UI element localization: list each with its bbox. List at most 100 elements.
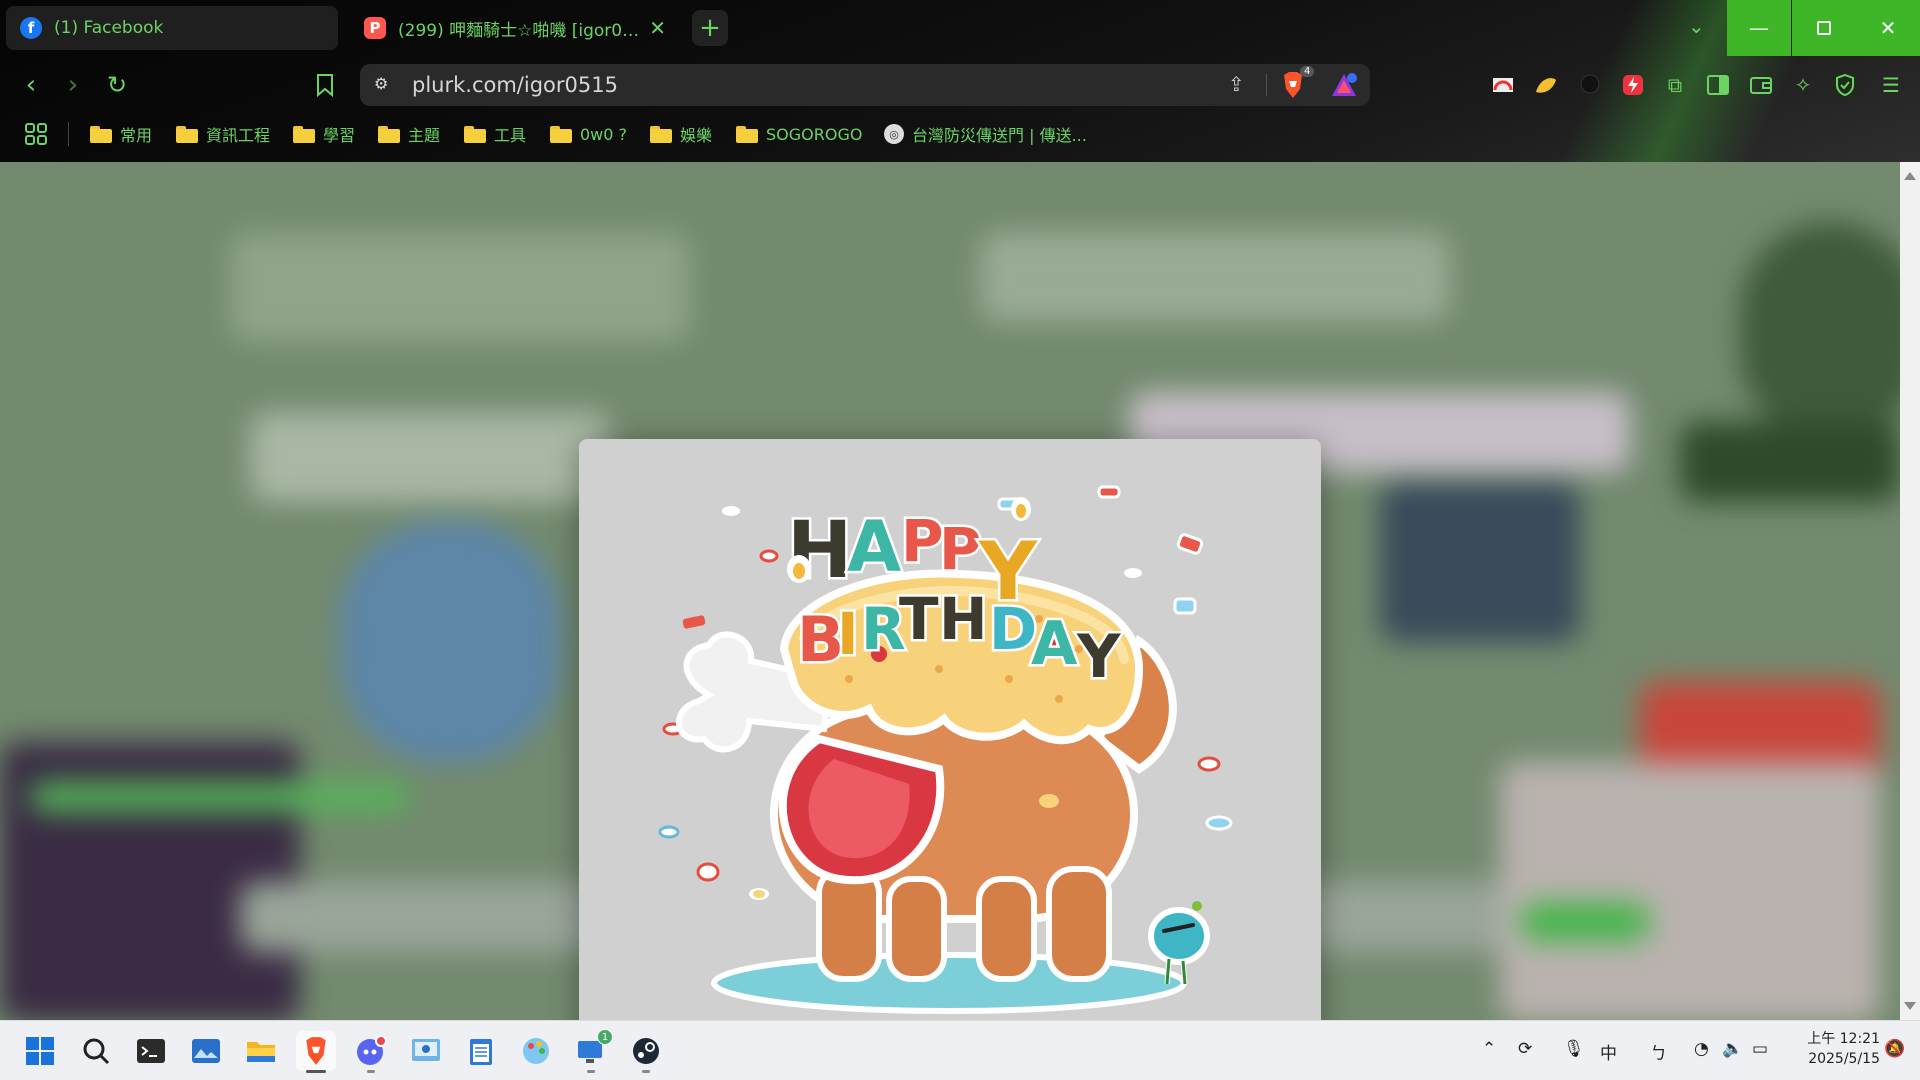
- bookmark-label: 常用: [120, 126, 153, 145]
- back-button[interactable]: ‹: [16, 70, 46, 100]
- bookmark-folder[interactable]: 主題: [378, 122, 440, 146]
- show-hidden-icons-chevron-icon[interactable]: ⌃: [1482, 1039, 1496, 1059]
- photos-icon: [192, 1039, 220, 1063]
- shields-count-badge: 4: [1300, 66, 1315, 77]
- share-icon[interactable]: ⇪: [1228, 72, 1245, 96]
- volume-icon[interactable]: 🔈: [1722, 1039, 1743, 1059]
- clock-date: 2025/5/15: [1808, 1051, 1880, 1067]
- folder-icon: [293, 125, 315, 143]
- photos-app[interactable]: [186, 1031, 226, 1071]
- brave-rewards-icon[interactable]: [1330, 72, 1358, 98]
- search-icon: [83, 1038, 110, 1065]
- sticker-preview-modal[interactable]: H A P P Y B I R T H D A Y: [579, 439, 1321, 1020]
- bookmark-label: 台灣防災傳送門 | 傳送...: [912, 126, 1087, 145]
- steam-icon: [633, 1038, 659, 1064]
- bookmark-folder[interactable]: 常用: [90, 122, 152, 146]
- main-menu-icon[interactable]: ☰: [1878, 72, 1904, 98]
- page-scrollbar[interactable]: [1900, 162, 1920, 1020]
- bookmark-folder[interactable]: SOGOROGO: [736, 122, 862, 146]
- ime-mode-icon[interactable]: ㄅ: [1650, 1039, 1667, 1064]
- steam-app[interactable]: [626, 1031, 666, 1073]
- start-icon: [26, 1037, 54, 1065]
- close-tab-icon[interactable]: ✕: [649, 16, 666, 40]
- tab-facebook[interactable]: f (1) Facebook: [6, 6, 338, 50]
- vpn-shield-icon[interactable]: [1832, 72, 1858, 98]
- tab-plurk[interactable]: P (299) 呷麵騎士☆啪嘰 [igor0515] ✕: [350, 6, 680, 50]
- svg-text:Y: Y: [1076, 622, 1122, 692]
- tab-label: (1) Facebook: [54, 18, 164, 38]
- globe-icon: ◎: [884, 124, 904, 144]
- bookmark-label: 資訊工程: [206, 126, 271, 145]
- leo-ai-icon[interactable]: ✧: [1790, 72, 1816, 98]
- tab-search-chevron-icon[interactable]: ⌄: [1688, 14, 1705, 38]
- bookmark-folder[interactable]: 學習: [293, 122, 355, 146]
- wifi-icon[interactable]: ◔: [1694, 1039, 1709, 1059]
- folder-icon: [90, 125, 112, 143]
- extensions-puzzle-icon[interactable]: ⧉: [1662, 72, 1688, 98]
- notepad-app[interactable]: [461, 1031, 501, 1071]
- address-bar[interactable]: ⚙ plurk.com/igor0515 ⇪ 4: [360, 64, 1370, 106]
- bookmark-label: SOGOROGO: [766, 124, 863, 144]
- microphone-icon[interactable]: 🎙: [1563, 1039, 1585, 1059]
- ime-indicator[interactable]: 中: [1600, 1039, 1617, 1064]
- extension-lemon-icon[interactable]: [1533, 72, 1559, 98]
- svg-text:A: A: [847, 506, 901, 588]
- browser-chrome: f (1) Facebook P (299) 呷麵騎士☆啪嘰 [igor0515…: [0, 0, 1920, 162]
- clock-time: 上午 12:21: [1807, 1031, 1880, 1047]
- running-indicator: [642, 1070, 650, 1073]
- discord-app[interactable]: [351, 1031, 391, 1073]
- notepad-icon: [470, 1039, 492, 1065]
- control-panel-icon: [412, 1039, 440, 1061]
- bookmark-folder[interactable]: 娛樂: [650, 122, 712, 146]
- remote-desktop-app[interactable]: 1: [571, 1029, 613, 1073]
- bookmark-button[interactable]: [310, 70, 340, 100]
- facebook-icon: f: [20, 17, 42, 39]
- scroll-up-arrow-icon[interactable]: [1904, 172, 1916, 180]
- close-window-button[interactable]: ✕: [1856, 0, 1920, 56]
- minimize-button[interactable]: —: [1727, 0, 1791, 56]
- bookmark-label: 0w0 ?: [580, 124, 628, 144]
- wallet-icon[interactable]: [1748, 72, 1774, 98]
- plurk-icon: P: [364, 17, 386, 39]
- extension-rainbow-icon[interactable]: [1490, 72, 1516, 98]
- extension-bolt-icon[interactable]: [1620, 72, 1646, 98]
- new-tab-button[interactable]: +: [692, 10, 728, 46]
- birthday-dog-sticker: H A P P Y B I R T H D A Y: [658, 485, 1233, 1014]
- paint-app[interactable]: [516, 1031, 556, 1071]
- bookmark-folder[interactable]: 工具: [464, 122, 526, 146]
- terminal-icon: [137, 1039, 165, 1063]
- restore-icon: [1817, 21, 1831, 35]
- brave-browser-app[interactable]: [296, 1031, 336, 1073]
- bookmark-folder[interactable]: 資訊工程: [176, 122, 270, 146]
- sync-icon[interactable]: ⟳: [1518, 1039, 1532, 1059]
- sidebar-toggle-icon[interactable]: [1705, 72, 1731, 98]
- maximize-button[interactable]: [1792, 0, 1856, 56]
- extension-alien-icon[interactable]: [1577, 72, 1603, 98]
- notifications-bell-icon[interactable]: 🔕: [1884, 1039, 1905, 1059]
- tab-label: (299) 呷麵騎士☆啪嘰 [igor0515]: [398, 20, 640, 41]
- file-explorer-icon: [247, 1042, 275, 1062]
- url-text[interactable]: plurk.com/igor0515: [412, 73, 618, 97]
- folder-icon: [378, 125, 400, 143]
- running-indicator: [306, 1070, 326, 1073]
- bookmark-label: 工具: [494, 126, 527, 145]
- forward-button[interactable]: ›: [58, 70, 88, 100]
- terminal-app[interactable]: [131, 1031, 171, 1071]
- site-settings-icon[interactable]: ⚙: [374, 74, 396, 96]
- bookmark-link[interactable]: ◎ 台灣防災傳送門 | 傳送...: [884, 122, 1087, 146]
- folder-icon: [736, 125, 758, 143]
- start-button[interactable]: [20, 1031, 60, 1071]
- svg-text:D: D: [989, 595, 1037, 663]
- scroll-down-arrow-icon[interactable]: [1904, 1002, 1916, 1010]
- search-button[interactable]: [76, 1031, 116, 1071]
- running-indicator: [587, 1070, 595, 1073]
- bookmark-folder[interactable]: 0w0 ?: [550, 122, 627, 146]
- system-clock[interactable]: 上午 12:21 2025/5/15: [1790, 1029, 1880, 1069]
- battery-icon[interactable]: ▭: [1752, 1039, 1768, 1059]
- apps-grid-icon[interactable]: [24, 122, 48, 146]
- bookmarks-divider: [68, 122, 69, 146]
- bookmark-label: 主題: [408, 126, 441, 145]
- reload-button[interactable]: ↻: [102, 70, 132, 100]
- control-panel-app[interactable]: [406, 1031, 446, 1071]
- file-explorer-app[interactable]: [241, 1031, 281, 1071]
